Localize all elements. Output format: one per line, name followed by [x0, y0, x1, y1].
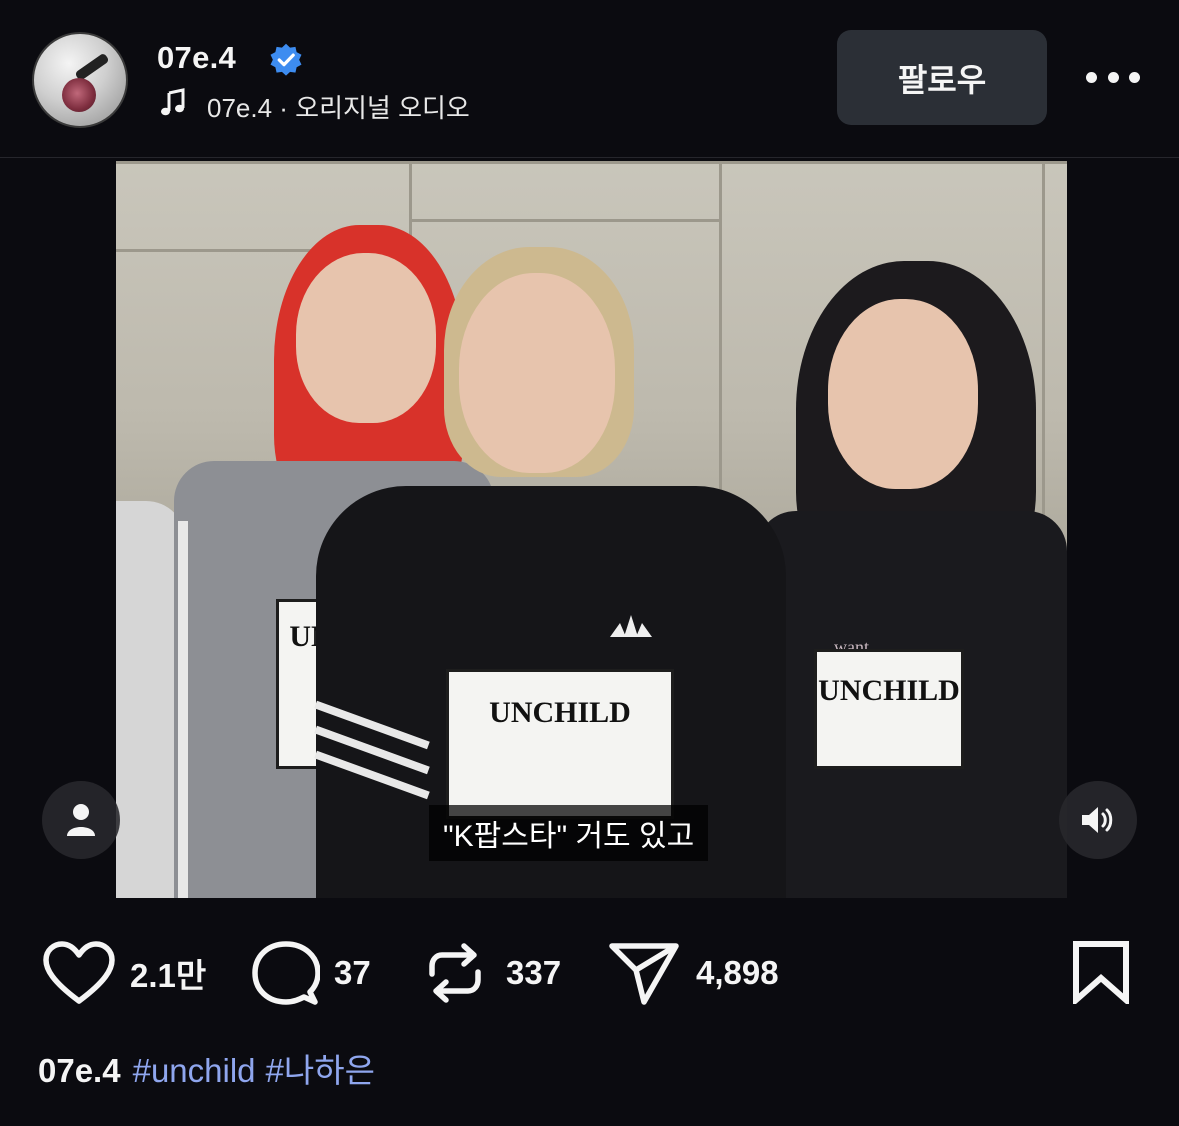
profile-avatar[interactable] [32, 32, 128, 128]
more-horizontal-icon[interactable] [1086, 64, 1140, 90]
heart-icon [43, 941, 115, 1004]
hashtag-link[interactable]: #나하은 [266, 1052, 375, 1089]
bib-right: UNCHILD [814, 649, 964, 769]
repost-count: 337 [506, 954, 562, 991]
bib-center: UNCHILD [446, 669, 674, 819]
wall-joint [1042, 161, 1045, 561]
post-actions: 2.1만 37 337 4,898 [0, 935, 1179, 1011]
person-icon [67, 804, 95, 836]
video-player[interactable]: UN want to be UNCHILD UNCHILD "K팝스타" 거도 … [116, 161, 1067, 898]
follow-button[interactable]: 팔로우 [837, 30, 1047, 125]
share-count: 4,898 [696, 954, 779, 991]
like-button[interactable]: 2.1만 [42, 935, 206, 1011]
send-paper-plane-icon [609, 943, 679, 1005]
comment-bubble-icon [252, 941, 320, 1005]
hashtag-link[interactable]: #unchild [133, 1052, 256, 1089]
repost-icon [429, 943, 481, 1003]
audio-attribution[interactable]: 07e.4 · 오리지널 오디오 [207, 88, 470, 125]
avatar-rose [62, 78, 96, 112]
verified-badge-icon [270, 43, 302, 76]
post-caption: 07e.4 #unchild #나하은 [38, 1044, 385, 1092]
volume-on-icon [1082, 807, 1113, 833]
caption-username[interactable]: 07e.4 [38, 1052, 121, 1089]
tagged-people-button[interactable] [42, 781, 120, 859]
music-note-icon [161, 88, 185, 116]
like-count: 2.1만 [130, 957, 207, 994]
repost-button[interactable]: 337 [424, 935, 561, 1011]
volume-button[interactable] [1059, 781, 1137, 859]
bookmark-icon[interactable] [1072, 940, 1130, 1004]
adidas-logo-icon [606, 611, 656, 639]
comment-button[interactable]: 37 [252, 935, 371, 1011]
wall-joint [412, 219, 722, 222]
wall-joint [116, 161, 1067, 164]
comment-count: 37 [334, 954, 371, 991]
share-button[interactable]: 4,898 [608, 935, 779, 1011]
video-subtitle: "K팝스타" 거도 있고 [429, 805, 709, 861]
post-username[interactable]: 07e.4 [157, 40, 236, 76]
post-header: 07e.4 07e.4 · 오리지널 오디오 팔로우 [0, 0, 1179, 158]
